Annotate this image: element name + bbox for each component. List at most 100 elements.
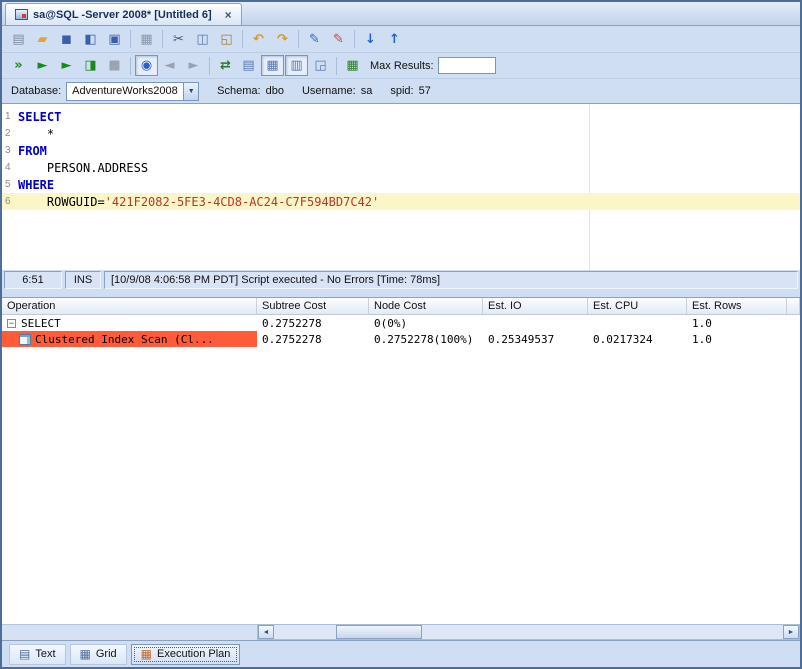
code-line-current: 6 ROWGUID='421F2082-5FE3-4CD8-AC24-C7F59… (2, 193, 800, 210)
export-results-button[interactable]: ◲ (309, 55, 332, 76)
grid-results-icon: ▦ (266, 58, 279, 73)
tab-execution-plan[interactable]: ▦ Execution Plan (130, 643, 241, 665)
insert-mode-field: INS (65, 271, 101, 289)
execution-plan-icon: ▦ (140, 647, 152, 661)
table-icon: ▦ (346, 58, 359, 73)
reconnect-button[interactable]: ⇄ (214, 55, 237, 76)
plan-scrollbar-row: ◄ ► (2, 624, 800, 640)
arrow-left-icon: ◄ (164, 58, 175, 73)
execute-toolbar: » ► ► ◨ ■ ◉ ◄ ► ⇄ ▤ ▦ ▥ ◲ ▦ Max Results: (2, 53, 800, 79)
next-statement-button[interactable]: ► (182, 55, 205, 76)
column-header-node-cost[interactable]: Node Cost (369, 298, 483, 314)
execute-fetch-all-button[interactable]: ► (55, 55, 78, 76)
sql-editor[interactable]: 1 SELECT 2 * 3 FROM 4 PERSON.ADDRESS 5 W… (2, 104, 800, 270)
execution-plan-panel: Operation Subtree Cost Node Cost Est. IO… (2, 297, 800, 640)
double-chevron-icon: » (14, 58, 23, 73)
undo-button[interactable]: ↶ (247, 29, 270, 50)
sort-ascending-button[interactable]: ↓ (359, 29, 382, 50)
column-header-operation[interactable]: Operation (2, 298, 257, 314)
toolbar-separator (209, 56, 210, 75)
chevron-down-icon[interactable]: ▼ (183, 82, 199, 100)
edit-tool-button[interactable]: ✎ (303, 29, 326, 50)
subtree-cost-value: 0.2752278 (262, 316, 322, 330)
operation-name: SELECT (21, 316, 61, 330)
horizontal-scrollbar[interactable]: ◄ ► (257, 624, 800, 640)
column-header-est-rows[interactable]: Est. Rows (687, 298, 787, 314)
previous-statement-button[interactable]: ◄ (158, 55, 181, 76)
column-header-est-cpu[interactable]: Est. CPU (588, 298, 687, 314)
scroll-left-icon[interactable]: ◄ (258, 625, 274, 639)
redo-button[interactable]: ↷ (271, 29, 294, 50)
code-line: 5 WHERE (2, 176, 800, 193)
save-button[interactable]: ◼ (55, 29, 78, 50)
tab-label: Grid (95, 648, 117, 660)
paste-icon: ◱ (220, 31, 233, 47)
results-grid-toggle[interactable]: ▦ (261, 55, 284, 76)
execute-button[interactable]: ► (31, 55, 54, 76)
scrollbar-track[interactable] (274, 625, 783, 639)
sort-descending-button[interactable]: ↑ (383, 29, 406, 50)
print-button[interactable]: ▦ (135, 29, 158, 50)
line-number: 1 (5, 111, 11, 122)
est-cpu-value: 0.0217324 (593, 332, 653, 346)
stop-button[interactable]: ■ (103, 55, 126, 76)
results-text-toggle[interactable]: ▤ (237, 55, 260, 76)
toolbar-separator (242, 30, 243, 48)
execute-batch-button[interactable]: ◨ (79, 55, 102, 76)
database-value: AdventureWorks2008 (72, 85, 178, 97)
plan-row-select[interactable]: − SELECT 0.2752278 0(0%) 1.0 (2, 315, 800, 331)
code-line: 4 PERSON.ADDRESS (2, 159, 800, 176)
open-file-button[interactable]: ▰ (31, 29, 54, 50)
tab-label: Execution Plan (157, 648, 231, 660)
line-number: 2 (5, 128, 11, 139)
cursor-position-field: 6:51 (4, 271, 62, 289)
panel-splitter[interactable] (2, 290, 800, 297)
line-number: 6 (5, 196, 11, 207)
app-window: sa@SQL -Server 2008* [Untitled 6] × ▤ ▰ ◼ ◧… (0, 0, 802, 669)
schema-value: dbo (265, 85, 284, 97)
save-as-button[interactable]: ◧ (79, 29, 102, 50)
plan-row-clustered-index-scan[interactable]: Clustered Index Scan (Cl... 0.2752278 0.… (2, 331, 800, 347)
text-results-icon: ▤ (19, 647, 31, 661)
username-label: Username: (301, 85, 356, 97)
cut-button[interactable]: ✂ (167, 29, 190, 50)
text-results-icon: ▤ (242, 58, 255, 73)
connection-icon (15, 9, 28, 20)
export-grid-icon: ◲ (314, 58, 327, 73)
save-all-button[interactable]: ▣ (103, 29, 126, 50)
node-cost-value: 0(0%) (374, 316, 408, 330)
line-number: 5 (5, 179, 11, 190)
code-line: 3 FROM (2, 142, 800, 159)
collapse-toggle-icon[interactable]: − (7, 318, 16, 328)
connection-bar: Database: AdventureWorks2008 ▼ Schema: d… (2, 79, 800, 104)
code-line: 1 SELECT (2, 108, 800, 125)
scroll-right-icon[interactable]: ► (783, 625, 799, 639)
edit-tool-2-button[interactable]: ✎ (327, 29, 350, 50)
column-header-est-io[interactable]: Est. IO (483, 298, 588, 314)
tab-grid[interactable]: ▦ Grid (69, 643, 127, 665)
paste-button[interactable]: ◱ (215, 29, 238, 50)
new-file-button[interactable]: ▤ (7, 29, 30, 50)
scrollbar-thumb[interactable] (336, 625, 422, 639)
spid-label: spid: (390, 85, 414, 97)
arrow-down-icon: ↓ (365, 31, 376, 47)
column-header-filler (787, 298, 800, 314)
copy-button[interactable]: ◫ (191, 29, 214, 50)
new-file-icon: ▤ (12, 31, 25, 47)
column-header-subtree-cost[interactable]: Subtree Cost (257, 298, 369, 314)
tab-text[interactable]: ▤ Text (9, 643, 66, 665)
close-tab-icon[interactable]: × (225, 8, 232, 22)
describe-table-button[interactable]: ▦ (341, 55, 364, 76)
results-tab-bar: ▤ Text ▦ Grid ▦ Execution Plan (2, 640, 800, 667)
est-rows-value: 1.0 (692, 332, 712, 346)
undo-arrow-icon: ↶ (253, 31, 264, 47)
document-tab[interactable]: sa@SQL -Server 2008* [Untitled 6] × (5, 3, 242, 25)
limit-results-toggle[interactable]: ◉ (135, 55, 158, 76)
pencil-blue-icon: ✎ (309, 31, 320, 47)
results-single-row-toggle[interactable]: ▥ (285, 55, 308, 76)
database-label: Database: (11, 85, 62, 97)
max-results-input[interactable] (437, 57, 496, 74)
database-select[interactable]: AdventureWorks2008 ▼ (66, 81, 200, 101)
play-grid-icon: ◨ (84, 58, 97, 73)
execute-all-button[interactable]: » (7, 55, 30, 76)
